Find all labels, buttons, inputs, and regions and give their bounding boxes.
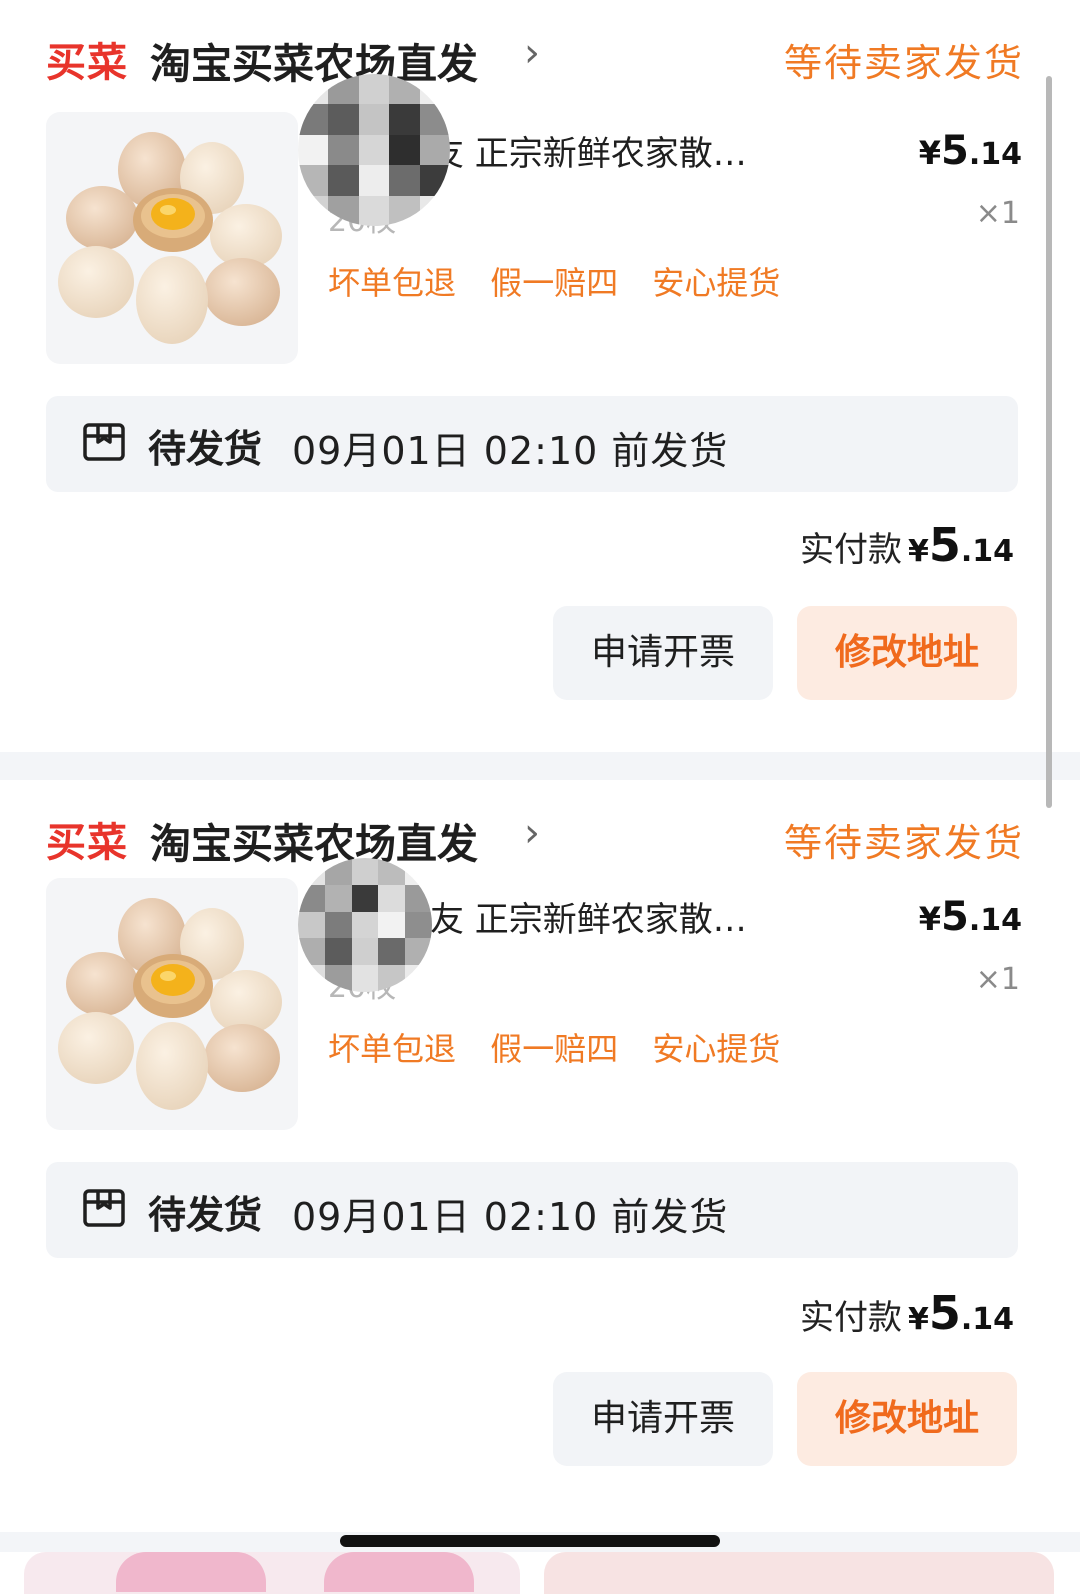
total-decimal: .14 (960, 1302, 1014, 1337)
chevron-right-icon[interactable]: › (524, 30, 540, 76)
package-box-icon (83, 423, 125, 461)
shipping-status: 待发货 (148, 1193, 263, 1237)
price-integer: 5 (941, 894, 969, 940)
card-divider (0, 752, 1080, 780)
package-box-icon (83, 1189, 125, 1227)
order-status: 等待卖家发货 (783, 821, 1024, 865)
total-label: 实付款 (799, 530, 902, 570)
shop-name[interactable]: 淘宝买菜农场直发 (150, 810, 478, 870)
product-thumbnail[interactable] (46, 112, 298, 364)
modify-address-button[interactable]: 修改地址 (797, 606, 1017, 700)
total-decimal: .14 (960, 534, 1014, 569)
product-quantity: ×1 (975, 962, 1020, 997)
home-indicator[interactable] (340, 1535, 720, 1547)
tag-safe-pickup: 安心提货 (652, 1030, 781, 1068)
tag-safe-pickup: 安心提货 (652, 264, 781, 302)
order-status: 等待卖家发货 (783, 41, 1024, 85)
pixelated-mask (298, 74, 450, 226)
total-currency: ¥ (907, 534, 929, 569)
next-product-thumbnail[interactable] (544, 1552, 1054, 1594)
price-decimal: .14 (968, 903, 1022, 938)
pixelated-mask (298, 858, 432, 992)
total-integer: 5 (928, 518, 961, 572)
price-integer: 5 (941, 128, 969, 174)
order-card: 买菜 淘宝买菜农场直发 › 等待卖家发货 交个朋友 正宗新鲜农家散… ¥5.14… (0, 0, 1080, 752)
total-label: 实付款 (799, 1298, 902, 1338)
service-tags: 坏单包退 假一赔四 安心提货 (328, 258, 804, 304)
product-price: ¥5.14 (919, 128, 1022, 174)
tag-refund: 坏单包退 (328, 264, 457, 302)
shop-name[interactable]: 淘宝买菜农场直发 (150, 30, 478, 90)
shipping-status: 待发货 (148, 427, 263, 471)
shop-header[interactable]: 买菜 淘宝买菜农场直发 › 等待卖家发货 (46, 26, 1034, 88)
apply-invoice-button[interactable]: 申请开票 (553, 1372, 773, 1466)
maicai-badge: 买菜 (46, 40, 128, 86)
next-product-thumbnail[interactable] (24, 1552, 520, 1594)
tag-fake-compensation: 假一赔四 (490, 264, 619, 302)
shipping-info[interactable]: 待发货 09月01日 02:10 前发货 (46, 396, 1018, 492)
total-integer: 5 (928, 1286, 961, 1340)
apply-invoice-button[interactable]: 申请开票 (553, 606, 773, 700)
scrollbar[interactable] (1046, 76, 1052, 808)
price-decimal: .14 (968, 137, 1022, 172)
eggs-image-icon (58, 132, 282, 344)
tag-fake-compensation: 假一赔四 (490, 1030, 619, 1068)
modify-address-button[interactable]: 修改地址 (797, 1372, 1017, 1466)
shipping-deadline: 09月01日 02:10 前发货 (292, 429, 729, 473)
pink-garment-image (324, 1552, 474, 1592)
price-currency: ¥ (918, 134, 941, 172)
product-quantity: ×1 (975, 196, 1020, 231)
service-tags: 坏单包退 假一赔四 安心提货 (328, 1024, 804, 1070)
chevron-right-icon[interactable]: › (524, 810, 540, 856)
pink-garment-image (116, 1552, 266, 1592)
shipping-info[interactable]: 待发货 09月01日 02:10 前发货 (46, 1162, 1018, 1258)
shipping-deadline: 09月01日 02:10 前发货 (292, 1195, 729, 1239)
orders-page: 买菜 淘宝买菜农场直发 › 等待卖家发货 交个朋友 正宗新鲜农家散… ¥5.14… (0, 0, 1080, 1594)
order-total: 实付款 ¥5.14 (800, 518, 1014, 572)
maicai-badge: 买菜 (46, 820, 128, 866)
product-thumbnail[interactable] (46, 878, 298, 1130)
order-total: 实付款 ¥5.14 (800, 1286, 1014, 1340)
price-currency: ¥ (918, 900, 941, 938)
order-card: 买菜 淘宝买菜农场直发 › 等待卖家发货 交个朋友 正宗新鲜农家散… 20枚 (0, 780, 1080, 1532)
eggs-image-icon (58, 898, 282, 1110)
product-price: ¥5.14 (919, 894, 1022, 940)
total-currency: ¥ (907, 1302, 929, 1337)
tag-refund: 坏单包退 (328, 1030, 457, 1068)
shop-header[interactable]: 买菜 淘宝买菜农场直发 › 等待卖家发货 (46, 806, 1034, 868)
